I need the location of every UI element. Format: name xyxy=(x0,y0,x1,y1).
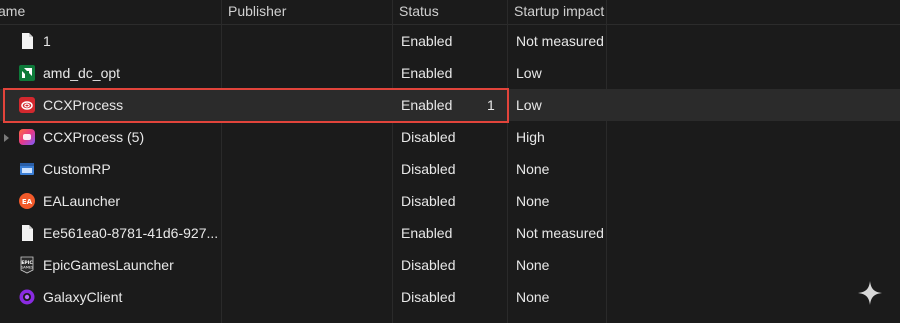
table-row[interactable]: CustomRP Disabled None xyxy=(0,153,900,185)
app-startup-impact: Low xyxy=(516,97,542,113)
app-name: Ee561ea0-8781-41d6-927... xyxy=(43,225,218,241)
app-name: 1 xyxy=(43,33,51,49)
app-status: Disabled xyxy=(401,289,456,305)
amd-icon xyxy=(19,65,35,81)
blank-file-icon xyxy=(22,33,33,49)
app-name: CCXProcess (5) xyxy=(43,129,145,145)
column-header-startup-impact[interactable]: Startup impact xyxy=(508,0,608,24)
galaxy-icon xyxy=(19,289,35,305)
table-row[interactable]: CCXProcess (5) Disabled High xyxy=(0,121,900,153)
app-status: Disabled xyxy=(401,193,456,209)
table-row[interactable]: EPIC GAMES EpicGamesLauncher Disabled No… xyxy=(0,249,900,281)
svg-text:GAMES: GAMES xyxy=(21,266,34,270)
table-header: ame Publisher Status Startup impact xyxy=(0,0,900,25)
table-row[interactable]: EA EALauncher Disabled None xyxy=(0,185,900,217)
table-row[interactable]: 1 Enabled Not measured xyxy=(0,25,900,57)
app-name: GalaxyClient xyxy=(43,289,123,305)
app-name: CustomRP xyxy=(43,161,111,177)
generic-app-icon xyxy=(20,163,34,175)
app-name: EALauncher xyxy=(43,193,121,209)
ea-icon: EA xyxy=(19,193,35,209)
expand-chevron-icon[interactable] xyxy=(4,134,9,142)
app-status: Enabled xyxy=(401,33,453,49)
table-row[interactable]: amd_dc_opt Enabled Low xyxy=(0,57,900,89)
app-startup-impact: None xyxy=(516,193,550,209)
column-header-name[interactable]: ame xyxy=(0,0,222,24)
app-status: Enabled xyxy=(401,225,453,241)
table-row[interactable]: GalaxyClient Disabled None xyxy=(0,281,900,313)
blank-file-icon xyxy=(22,225,33,241)
table-row[interactable]: Ee561ea0-8781-41d6-927... Enabled Not me… xyxy=(0,217,900,249)
svg-text:EA: EA xyxy=(22,198,33,206)
ccx-gradient-icon xyxy=(19,129,35,145)
app-startup-impact: Not measured xyxy=(516,33,604,49)
app-status: Enabled xyxy=(401,65,453,81)
app-status: Disabled xyxy=(401,161,456,177)
annotation-highlight-box xyxy=(3,88,509,123)
app-startup-impact: None xyxy=(516,289,550,305)
app-status: Disabled xyxy=(401,257,456,273)
column-header-publisher[interactable]: Publisher xyxy=(222,0,392,24)
app-name: amd_dc_opt xyxy=(43,65,121,81)
column-header-status[interactable]: Status xyxy=(393,0,507,24)
app-startup-impact: None xyxy=(516,161,550,177)
epic-games-icon: EPIC GAMES xyxy=(20,256,34,274)
app-startup-impact: None xyxy=(516,257,550,273)
app-startup-impact: Low xyxy=(516,65,542,81)
app-startup-impact: Not measured xyxy=(516,225,604,241)
startup-apps-table: ame Publisher Status Startup impact 1 En… xyxy=(0,0,900,323)
app-name: EpicGamesLauncher xyxy=(43,257,174,273)
app-status: Disabled xyxy=(401,129,456,145)
sparkle-icon xyxy=(858,281,882,305)
app-startup-impact: High xyxy=(516,129,545,145)
